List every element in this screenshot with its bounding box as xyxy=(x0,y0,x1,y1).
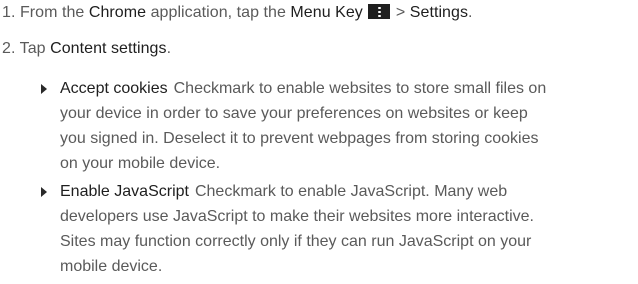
bullet-line: mobile device. xyxy=(60,258,163,275)
step-text: From the xyxy=(19,4,85,21)
triangle-right-icon xyxy=(41,84,47,94)
bullet-line: on your mobile device. xyxy=(60,155,221,172)
instructions-page: 1. From the Chrome application, tap the … xyxy=(0,0,638,284)
step-end: . xyxy=(468,4,473,21)
menu-key-label: Menu Key xyxy=(290,4,363,21)
triangle-right-icon xyxy=(41,187,47,197)
bullet-text: Checkmark to enable websites to store sm… xyxy=(173,80,547,97)
app-name-chrome: Chrome xyxy=(88,4,147,21)
step-number: 1. xyxy=(2,4,16,21)
bullet-line: Accept cookies Checkmark to enable websit… xyxy=(60,78,635,103)
step-2: 2. Tap Content settings. xyxy=(2,38,171,60)
bullet-term: Accept cookies xyxy=(60,80,168,97)
bullet-line: you signed in. Deselect it to prevent we… xyxy=(60,130,539,147)
bullet-enable-javascript: Enable JavaScript Checkmark to enable Jav… xyxy=(41,181,635,281)
bullet-text: Checkmark to enable JavaScript. Many web xyxy=(194,183,508,200)
bullet-line: Enable JavaScript Checkmark to enable Jav… xyxy=(60,181,635,206)
step-1: 1. From the Chrome application, tap the … xyxy=(2,2,473,24)
bullet-line: your device in order to save your prefer… xyxy=(60,105,528,122)
bullet-accept-cookies: Accept cookies Checkmark to enable websit… xyxy=(41,78,635,178)
settings-label: Settings xyxy=(409,4,468,21)
step-end: . xyxy=(166,40,172,57)
step-text: application, tap the xyxy=(150,4,286,21)
bullet-line: Sites may function correctly only if the… xyxy=(60,233,532,250)
separator: > xyxy=(395,4,406,21)
bullet-line: developers use JavaScript to make their … xyxy=(60,208,534,225)
vertical-ellipsis-icon xyxy=(368,4,391,19)
content-settings-label: Content settings xyxy=(50,40,167,57)
step-number: 2. xyxy=(2,40,16,57)
step-text: Tap xyxy=(19,40,46,57)
bullet-term: Enable JavaScript xyxy=(60,183,189,200)
